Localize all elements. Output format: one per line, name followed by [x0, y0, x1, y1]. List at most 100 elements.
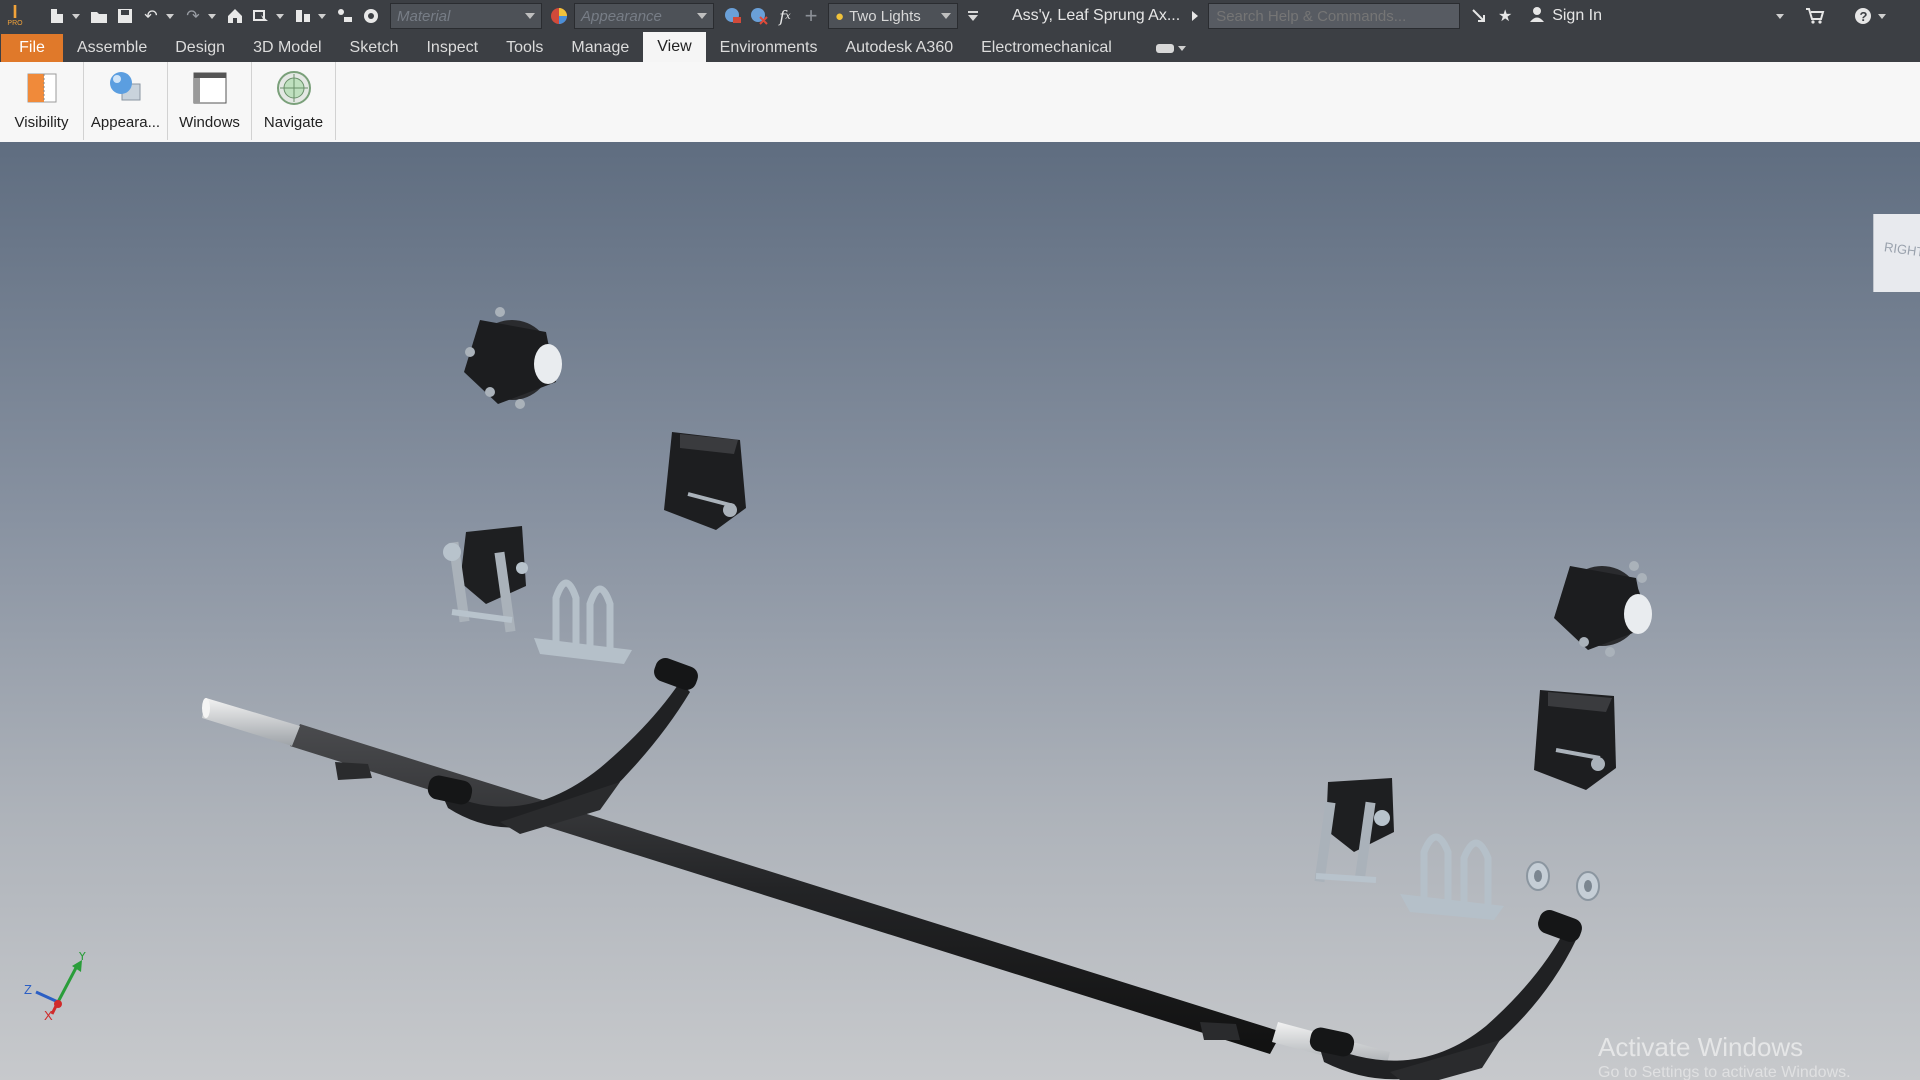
save-icon[interactable]: [112, 3, 138, 29]
left-front-hanger[interactable]: [664, 432, 746, 530]
help-dropdown-icon[interactable]: [1878, 13, 1886, 19]
windows-label: Windows: [179, 114, 240, 131]
help-icon[interactable]: ?: [1850, 3, 1876, 29]
right-leaf-spring[interactable]: [1308, 907, 1585, 1080]
triad-z-label: Z: [24, 982, 32, 997]
ribbon-tab-bar: File Assemble Design 3D Model Sketch Ins…: [0, 32, 1920, 62]
viewcube-face-label: RIGHT: [1883, 239, 1920, 260]
tab-tools[interactable]: Tools: [492, 34, 557, 62]
undo-dropdown-icon[interactable]: [166, 13, 174, 19]
graphics-viewport[interactable]: RIGHT Y Z X Activate Windows Go to Setti…: [0, 142, 1920, 1080]
quick-access-toolbar: I PRO ↶ ↷ Material Appearance f x + ● Tw…: [0, 0, 1920, 32]
tab-environments[interactable]: Environments: [706, 34, 832, 62]
adjust-appearance-icon[interactable]: [720, 3, 746, 29]
tab-inspect[interactable]: Inspect: [412, 34, 492, 62]
visibility-label: Visibility: [14, 114, 69, 131]
app-logo-letter: I: [12, 2, 18, 22]
navigate-label: Navigate: [263, 114, 324, 131]
viewcube[interactable]: RIGHT: [1873, 214, 1920, 292]
triad-x-label: X: [44, 1008, 53, 1022]
appearance-combo[interactable]: Appearance: [574, 3, 714, 29]
navigate-button[interactable]: Navigate: [252, 62, 336, 140]
left-wheel-hub[interactable]: [464, 307, 562, 409]
inventor-window: I PRO ↶ ↷ Material Appearance f x + ● Tw…: [0, 0, 1920, 1080]
tab-assemble[interactable]: Assemble: [63, 34, 161, 62]
activate-windows-watermark: Activate Windows: [1598, 1032, 1804, 1062]
search-input[interactable]: [1208, 3, 1461, 29]
visibility-button[interactable]: Visibility: [0, 62, 84, 140]
measure-icon[interactable]: [332, 3, 358, 29]
appearance-combo-value: Appearance: [581, 7, 662, 25]
appearance-ball-icon[interactable]: [546, 3, 572, 29]
home-icon[interactable]: [222, 3, 248, 29]
select-filter-icon[interactable]: [248, 3, 274, 29]
chevron-down-icon: [1177, 45, 1186, 51]
right-front-hanger[interactable]: [1534, 690, 1616, 790]
favorites-star-icon[interactable]: ★: [1492, 3, 1518, 29]
redo-icon[interactable]: ↷: [180, 3, 206, 29]
right-axle-nuts[interactable]: [1526, 861, 1600, 901]
appearance-button[interactable]: Appeara...: [84, 62, 168, 140]
search-arrow-icon[interactable]: [1466, 3, 1492, 29]
windows-button[interactable]: Windows: [168, 62, 252, 140]
new-file-dropdown-icon[interactable]: [72, 13, 80, 19]
left-leaf-spring[interactable]: [426, 655, 701, 834]
tab-design[interactable]: Design: [161, 34, 239, 62]
parameters-fx-icon[interactable]: fx: [772, 3, 798, 29]
select-filter-dropdown-icon[interactable]: [276, 13, 284, 19]
app-logo-sub: PRO: [7, 20, 23, 27]
sign-in-dropdown-icon[interactable]: [1776, 13, 1784, 19]
windows-icon: [193, 72, 226, 104]
new-file-icon[interactable]: [44, 3, 70, 29]
tab-electromechanical[interactable]: Electromechanical: [967, 34, 1126, 62]
left-shackle[interactable]: [443, 526, 528, 633]
material-combo[interactable]: Material: [390, 3, 542, 29]
triad-y-label: Y: [78, 952, 87, 963]
update-dropdown-icon[interactable]: [318, 13, 326, 19]
right-u-bolts[interactable]: [1400, 833, 1504, 920]
open-folder-icon[interactable]: [86, 3, 112, 29]
clear-appearance-icon[interactable]: [746, 3, 772, 29]
lightbulb-icon: ●: [835, 7, 845, 25]
appearance-label: Appeara...: [90, 114, 161, 131]
customize-qat-icon[interactable]: [960, 3, 986, 29]
app-logo[interactable]: I PRO: [0, 0, 30, 32]
assembly-scene[interactable]: [0, 142, 1920, 1080]
activate-windows-subtext: Go to Settings to activate Windows.: [1598, 1064, 1851, 1080]
add-icon[interactable]: +: [798, 3, 824, 29]
ribbon-minimize-icon: [1155, 43, 1174, 53]
ribbon-panel: Visibility Appeara... Windows Navigate: [0, 62, 1920, 143]
update-icon[interactable]: [290, 3, 316, 29]
right-wheel-hub[interactable]: [1554, 561, 1652, 657]
tab-file[interactable]: File: [1, 34, 63, 62]
chevron-right-icon[interactable]: [1192, 11, 1199, 21]
svg-text:?: ?: [1860, 9, 1868, 24]
tab-3d-model[interactable]: 3D Model: [239, 34, 335, 62]
color-wheel-icon[interactable]: [358, 3, 384, 29]
undo-icon[interactable]: ↶: [138, 3, 164, 29]
user-icon: [1528, 5, 1546, 28]
coordinate-triad: Y Z X: [24, 952, 87, 1022]
redo-dropdown-icon[interactable]: [208, 13, 216, 19]
cart-icon[interactable]: [1802, 3, 1828, 29]
lighting-combo[interactable]: ● Two Lights: [828, 3, 958, 29]
navigate-icon: [276, 71, 311, 105]
sign-in-button[interactable]: Sign In: [1528, 5, 1602, 28]
sign-in-label: Sign In: [1552, 7, 1602, 24]
tab-autodesk-a360[interactable]: Autodesk A360: [831, 34, 967, 62]
tab-sketch[interactable]: Sketch: [336, 34, 413, 62]
chevron-down-icon: [941, 13, 951, 19]
appearance-icon: [109, 72, 140, 101]
material-combo-value: Material: [397, 7, 451, 25]
left-u-bolts[interactable]: [534, 579, 632, 664]
chevron-down-icon: [697, 13, 707, 19]
chevron-down-icon: [525, 13, 535, 19]
tab-view[interactable]: View: [643, 32, 706, 62]
visibility-icon: [27, 73, 56, 103]
right-shackle[interactable]: [1314, 778, 1394, 883]
tab-manage[interactable]: Manage: [557, 34, 643, 62]
axle-beam[interactable]: [202, 698, 1390, 1072]
ribbon-display-options[interactable]: [1155, 34, 1186, 62]
document-title: Ass'y, Leaf Sprung Ax...: [1012, 7, 1181, 24]
lighting-combo-value: Two Lights: [849, 7, 921, 25]
